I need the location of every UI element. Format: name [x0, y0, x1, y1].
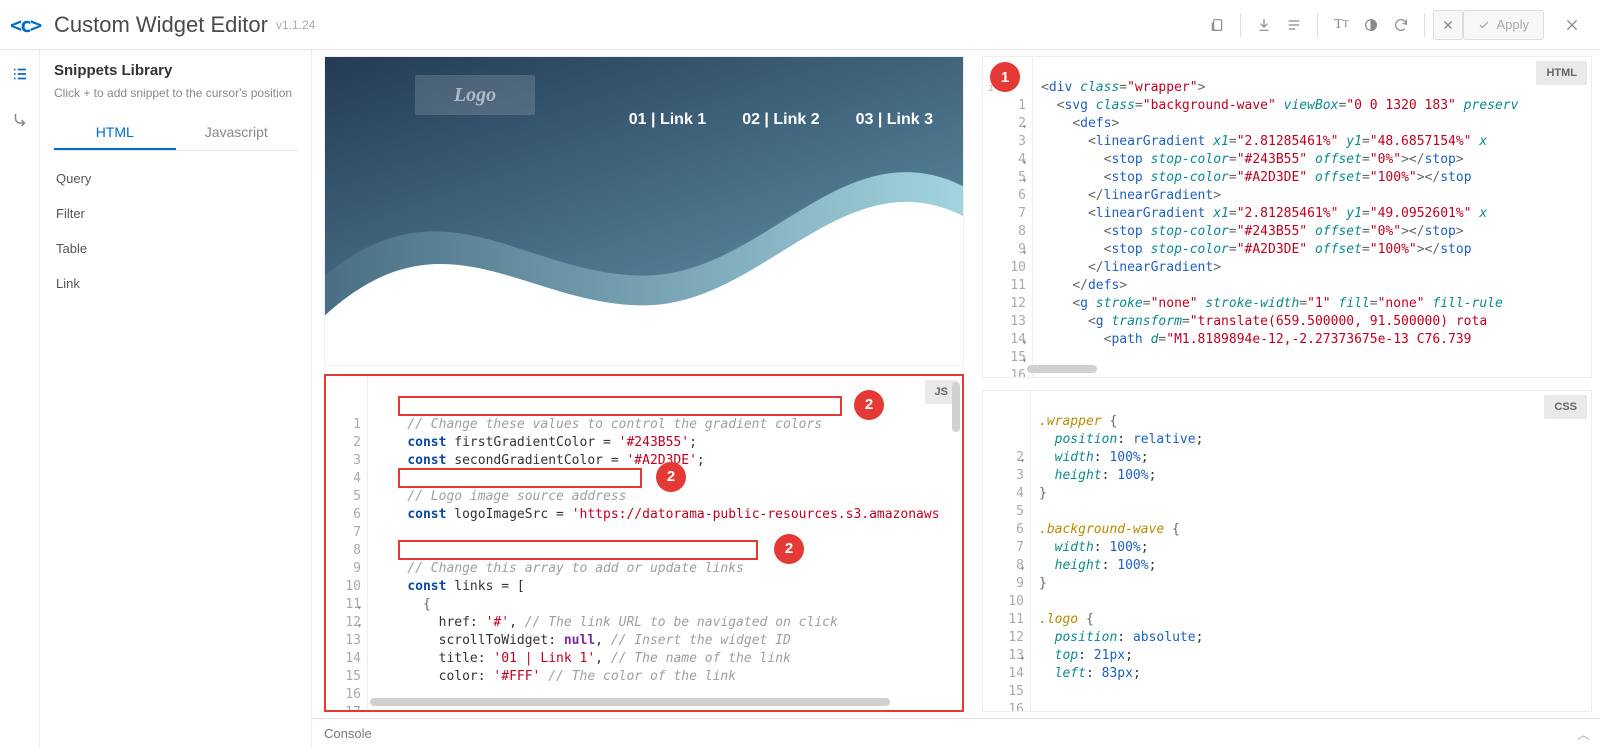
scrollbar-vertical[interactable] — [952, 382, 960, 432]
text-size-icon[interactable]: TT — [1326, 10, 1356, 40]
css-editor-label: CSS — [1544, 395, 1587, 419]
css-editor[interactable]: 2▾345678▾910111213▾141516 .wrapper { pos… — [982, 390, 1592, 712]
console-bar[interactable]: Console ︿ — [312, 718, 1600, 748]
widget-preview: Logo 01 | Link 1 02 | Link 2 03 | Link 3 — [324, 56, 964, 366]
download-icon[interactable] — [1249, 10, 1279, 40]
callout-badge-2c: 2 — [774, 534, 804, 564]
css-code[interactable]: .wrapper { position: relative; width: 10… — [1031, 391, 1591, 711]
sidebar: Snippets Library Click + to add snippet … — [40, 50, 312, 748]
apply-button[interactable]: Apply — [1463, 10, 1544, 40]
contrast-icon[interactable] — [1356, 10, 1386, 40]
refresh-icon[interactable] — [1386, 10, 1416, 40]
sidebar-item-table[interactable]: Table — [54, 231, 297, 266]
preview-link-3[interactable]: 03 | Link 3 — [856, 111, 933, 129]
topbar: <c> Custom Widget Editor v1.1.24 TT Appl… — [0, 0, 1600, 50]
callout-badge-2a: 2 — [854, 390, 884, 420]
logo-icon: <c> — [10, 13, 40, 37]
version-label: v1.1.24 — [276, 18, 315, 32]
preview-links: 01 | Link 1 02 | Link 2 03 | Link 3 — [629, 111, 933, 129]
preview-link-1[interactable]: 01 | Link 1 — [629, 111, 706, 129]
sidebar-tabs: HTML Javascript — [54, 116, 297, 151]
left-rail — [0, 50, 40, 748]
page-title: Custom Widget Editor — [54, 12, 268, 38]
cancel-button[interactable] — [1433, 10, 1463, 40]
html-editor-label: HTML — [1536, 61, 1587, 85]
preview-logo: Logo — [415, 75, 535, 115]
sidebar-desc: Click + to add snippet to the cursor's p… — [54, 85, 297, 102]
callout-badge-2b: 2 — [656, 462, 686, 492]
scrollbar-horizontal[interactable] — [370, 698, 956, 708]
js-code[interactable]: // Change these values to control the gr… — [368, 376, 962, 710]
sidebar-item-link[interactable]: Link — [54, 266, 297, 301]
list-icon[interactable] — [1279, 10, 1309, 40]
close-dialog-button[interactable] — [1558, 11, 1586, 39]
preview-link-2[interactable]: 02 | Link 2 — [742, 111, 819, 129]
sidebar-item-filter[interactable]: Filter — [54, 196, 297, 231]
chevron-up-icon[interactable]: ︿ — [1577, 724, 1590, 743]
callout-badge-1: 1 — [990, 62, 1020, 92]
sidebar-title: Snippets Library — [54, 62, 297, 79]
console-label: Console — [324, 726, 372, 741]
html-code[interactable]: <div class="wrapper"> <svg class="backgr… — [1033, 57, 1591, 377]
redo-arrow-icon[interactable] — [8, 108, 32, 132]
snippets-icon[interactable] — [8, 62, 32, 86]
tab-javascript[interactable]: Javascript — [176, 116, 298, 150]
html-editor[interactable]: i 12▾34▾5▾6789▾1011121314▾15▾1617 <div c… — [982, 56, 1592, 378]
js-editor[interactable]: 1234567891011▾12▾1314151617 // Change th… — [324, 374, 964, 712]
scrollbar-horizontal[interactable] — [1027, 365, 1585, 375]
sidebar-item-query[interactable]: Query — [54, 161, 297, 196]
clipboard-icon[interactable] — [1202, 10, 1232, 40]
tab-html[interactable]: HTML — [54, 116, 176, 150]
apply-label: Apply — [1496, 17, 1529, 32]
